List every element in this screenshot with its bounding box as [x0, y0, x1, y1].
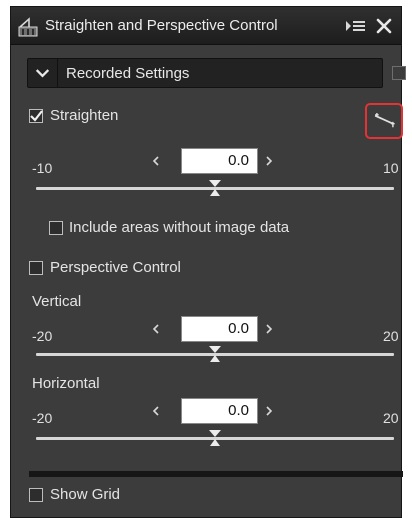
straighten-perspective-panel: Straighten and Perspective Control Recor…	[10, 6, 406, 518]
horizontal-min-label: -20	[32, 410, 53, 426]
include-areas-label: Include areas without image data	[69, 219, 290, 236]
checkmark-icon	[30, 110, 43, 122]
settings-dropdown-value: Recorded Settings	[66, 65, 190, 82]
stepper-left-icon[interactable]	[151, 322, 161, 336]
perspective-control-checkbox[interactable]	[29, 261, 43, 275]
stepper-right-icon[interactable]	[264, 322, 274, 336]
perspective-control-label: Perspective Control	[50, 259, 181, 276]
straighten-label: Straighten	[50, 107, 119, 124]
horizontal-max-label: 20	[383, 410, 399, 426]
show-grid-label: Show Grid	[50, 486, 121, 503]
straighten-crop-tool-icon	[374, 113, 395, 128]
horizontal-label: Horizontal	[32, 375, 100, 392]
stepper-right-icon[interactable]	[264, 154, 274, 168]
dropdown-chevron-icon[interactable]	[28, 59, 58, 87]
close-icon[interactable]	[374, 16, 394, 36]
straighten-checkbox[interactable]	[29, 109, 43, 123]
straighten-value-input[interactable]: 0.0	[181, 148, 258, 174]
vertical-value-input[interactable]: 0.0	[181, 316, 258, 342]
horizontal-value-input[interactable]: 0.0	[181, 398, 258, 424]
settings-dropdown[interactable]: Recorded Settings	[27, 58, 383, 88]
vertical-label: Vertical	[32, 293, 82, 310]
stepper-right-icon[interactable]	[264, 404, 274, 418]
vertical-slider-thumb[interactable]	[208, 345, 222, 363]
settings-side-checkbox[interactable]	[392, 66, 406, 80]
stepper-left-icon[interactable]	[151, 404, 161, 418]
straighten-tool-button[interactable]	[365, 103, 403, 139]
panel-menu-icon[interactable]	[345, 18, 367, 34]
vertical-max-label: 20	[383, 328, 399, 344]
include-areas-checkbox[interactable]	[49, 221, 63, 235]
title-bar: Straighten and Perspective Control	[11, 7, 401, 45]
stepper-left-icon[interactable]	[151, 154, 161, 168]
straighten-slider-thumb[interactable]	[208, 179, 222, 197]
app-icon	[18, 17, 38, 37]
show-grid-checkbox[interactable]	[29, 488, 43, 502]
straighten-max-label: 10	[383, 160, 399, 176]
panel-title: Straighten and Perspective Control	[45, 17, 278, 34]
horizontal-slider-thumb[interactable]	[208, 429, 222, 447]
section-divider	[29, 471, 403, 477]
vertical-min-label: -20	[32, 328, 53, 344]
straighten-min-label: -10	[32, 160, 53, 176]
